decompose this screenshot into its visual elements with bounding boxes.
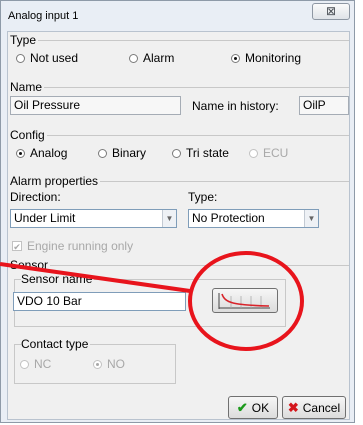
- type-group: Type Not used Alarm Monitoring: [10, 33, 349, 69]
- alarm-type-label: Type:: [188, 190, 218, 204]
- name-field[interactable]: Oil Pressure: [10, 96, 181, 115]
- radio-config-binary[interactable]: Binary: [98, 146, 146, 160]
- name-group: Name Oil Pressure Name in history: OilP: [10, 80, 349, 124]
- ok-button-label: OK: [251, 400, 270, 415]
- radio-type-not-used[interactable]: Not used: [16, 51, 78, 65]
- radio-indicator-not-used: [16, 53, 25, 63]
- radio-indicator-ecu: [249, 148, 258, 158]
- alarm-group-title: Alarm properties: [10, 174, 101, 188]
- radio-indicator-binary: [98, 148, 107, 158]
- engine-running-only-checkbox: ✔ Engine running only: [12, 239, 133, 253]
- direction-label: Direction:: [10, 190, 61, 204]
- radio-indicator-nc: [20, 359, 29, 369]
- radio-label-analog: Analog: [30, 146, 68, 160]
- radio-label-no: NO: [107, 357, 125, 371]
- ok-button[interactable]: ✔ OK: [228, 396, 278, 419]
- alarm-type-select[interactable]: No Protection ▼: [188, 209, 319, 228]
- radio-type-monitoring[interactable]: Monitoring: [231, 51, 301, 65]
- direction-select[interactable]: Under Limit ▼: [10, 209, 177, 228]
- radio-indicator-analog: [16, 148, 25, 158]
- alarm-properties-group: Alarm properties Direction: Under Limit …: [10, 174, 349, 262]
- radio-config-tri-state[interactable]: Tri state: [172, 146, 229, 160]
- sensor-name-box: Sensor name VDO 10 Bar: [13, 272, 286, 327]
- close-button[interactable]: ⊠: [312, 3, 350, 20]
- alarm-type-chevron-down-icon[interactable]: ▼: [304, 210, 318, 227]
- name-group-title: Name: [10, 80, 45, 94]
- contact-type-title: Contact type: [21, 337, 91, 351]
- contact-type-box: Contact type NC NO: [14, 337, 176, 384]
- radio-label-ecu: ECU: [263, 146, 289, 160]
- type-group-title: Type: [10, 33, 39, 47]
- sensor-curve-button[interactable]: [212, 288, 278, 313]
- radio-label-monitoring: Monitoring: [245, 51, 302, 65]
- radio-label-binary: Binary: [112, 146, 147, 160]
- cancel-x-icon: ✖: [287, 399, 299, 415]
- engine-running-checkmark-icon: ✔: [12, 241, 22, 252]
- cancel-button-label: Cancel: [302, 400, 341, 415]
- radio-type-alarm[interactable]: Alarm: [129, 51, 174, 65]
- radio-indicator-alarm: [129, 53, 138, 63]
- engine-running-only-label: Engine running only: [27, 239, 134, 253]
- analog-input-dialog: Analog input 1 ⊠ Type Not used Alarm Mon…: [0, 0, 355, 423]
- config-group: Config Analog Binary Tri state ECU: [10, 128, 349, 164]
- radio-label-not-used: Not used: [30, 51, 79, 65]
- close-icon: ⊠: [325, 4, 337, 18]
- direction-select-value: Under Limit: [14, 211, 76, 225]
- title-bar: Analog input 1 ⊠: [1, 1, 354, 31]
- radio-indicator-tri-state: [172, 148, 181, 158]
- radio-label-nc: NC: [34, 357, 52, 371]
- sensor-name-field[interactable]: VDO 10 Bar: [13, 292, 186, 311]
- history-name-value: OilP: [303, 98, 326, 112]
- direction-chevron-down-icon[interactable]: ▼: [162, 210, 176, 227]
- radio-indicator-monitoring: [231, 53, 240, 63]
- radio-config-analog[interactable]: Analog: [16, 146, 67, 160]
- radio-contact-nc: NC: [20, 357, 51, 371]
- sensor-group-title: Sensor: [10, 258, 51, 272]
- radio-label-alarm: Alarm: [143, 51, 175, 65]
- name-field-value: Oil Pressure: [14, 98, 81, 112]
- alarm-type-select-value: No Protection: [192, 211, 265, 225]
- radio-indicator-no: [93, 359, 102, 369]
- sensor-curve-icon: [218, 292, 270, 309]
- radio-contact-no: NO: [93, 357, 125, 371]
- radio-label-tri-state: Tri state: [186, 146, 229, 160]
- sensor-group: Sensor Sensor name VDO 10 Bar Contact ty…: [10, 258, 349, 384]
- window-title: Analog input 1: [8, 10, 79, 22]
- checkmark-icon: ✔: [236, 399, 248, 415]
- sensor-name-title: Sensor name: [21, 272, 95, 286]
- sensor-name-value: VDO 10 Bar: [17, 294, 82, 308]
- history-name-field[interactable]: OilP: [299, 96, 349, 115]
- cancel-button[interactable]: ✖ Cancel: [282, 396, 346, 419]
- history-name-label: Name in history:: [192, 99, 279, 113]
- radio-config-ecu: ECU: [249, 146, 288, 160]
- config-group-title: Config: [10, 128, 47, 142]
- dialog-client-area: Type Not used Alarm Monitoring Name Oil …: [7, 31, 350, 420]
